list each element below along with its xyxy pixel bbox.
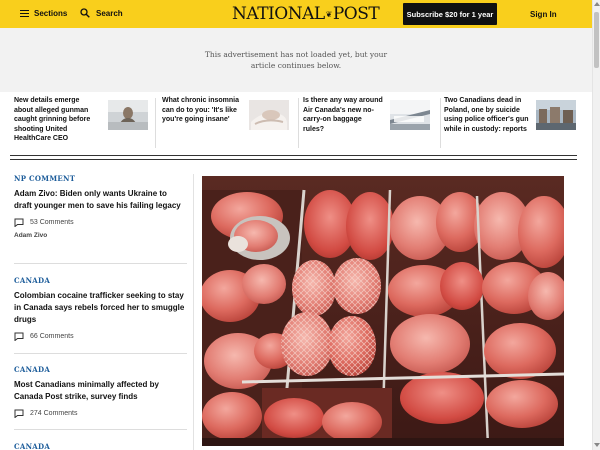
article-category[interactable]: CANADA (14, 276, 186, 285)
comments-count: 53 Comments (30, 219, 74, 226)
top-story-thumbnail[interactable] (249, 100, 289, 130)
top-stories-strip: New details emerge about alleged gunman … (10, 96, 582, 152)
section-rule-top (10, 155, 577, 156)
comments-count: 274 Comments (30, 410, 78, 417)
top-story-title[interactable]: What chronic insomnia can do to you: 'It… (162, 96, 240, 152)
article-category[interactable]: CANADA (14, 442, 186, 450)
ad-message-line-2: article continues below. (250, 61, 342, 70)
comments-link[interactable]: 274 Comments (14, 409, 186, 418)
top-story-item[interactable]: What chronic insomnia can do to you: 'It… (162, 96, 300, 152)
top-story-thumbnail[interactable] (390, 100, 430, 130)
top-story-title[interactable]: Is there any way around Air Canada's new… (303, 96, 383, 152)
article-category[interactable]: CANADA (14, 365, 186, 374)
site-header: Sections Search NATIONAL ❦ POST Subscrib… (0, 0, 592, 28)
logo-text-left: NATIONAL (232, 4, 325, 24)
article-divider (14, 353, 187, 354)
scrollbar-thumb[interactable] (594, 12, 599, 68)
article-item: CANADA Colombian cocaine trafficker seek… (14, 276, 186, 341)
article-author[interactable]: Adam Zivo (14, 232, 186, 239)
article-category[interactable]: NP COMMENT (14, 174, 186, 183)
hamburger-menu-icon (20, 10, 29, 17)
column-divider (193, 174, 194, 450)
comments-count: 66 Comments (30, 333, 74, 340)
article-headline[interactable]: Adam Zivo: Biden only wants Ukraine to d… (14, 188, 186, 212)
article-item: NP COMMENT Adam Zivo: Biden only wants U… (14, 174, 186, 239)
comments-link[interactable]: 53 Comments (14, 218, 186, 227)
top-story-item[interactable]: Is there any way around Air Canada's new… (303, 96, 443, 152)
sign-in-link[interactable]: Sign In (530, 10, 557, 19)
sections-label: Sections (34, 9, 68, 18)
comment-icon (14, 409, 24, 418)
strip-divider (155, 98, 156, 148)
top-story-item[interactable]: Two Canadians dead in Poland, one by sui… (444, 96, 584, 152)
comment-icon (14, 332, 24, 341)
search-label: Search (96, 8, 123, 18)
site-logo[interactable]: NATIONAL ❦ POST (232, 4, 380, 24)
top-story-item[interactable]: New details emerge about alleged gunman … (14, 96, 154, 152)
featured-article-image[interactable] (202, 176, 564, 446)
search-button[interactable]: Search (80, 8, 123, 18)
strip-divider (440, 98, 441, 148)
comment-icon (14, 218, 24, 227)
top-story-title[interactable]: New details emerge about alleged gunman … (14, 96, 100, 152)
sections-button[interactable]: Sections (20, 9, 67, 18)
article-divider (14, 429, 187, 430)
top-story-thumbnail[interactable] (108, 100, 148, 130)
section-rule-bottom (10, 159, 577, 160)
search-icon (80, 8, 90, 18)
article-divider (14, 263, 187, 264)
top-story-thumbnail[interactable] (536, 100, 576, 130)
subscribe-button[interactable]: Subscribe $20 for 1 year (403, 3, 497, 25)
article-headline[interactable]: Most Canadians minimally affected by Can… (14, 379, 186, 403)
comments-link[interactable]: 66 Comments (14, 332, 186, 341)
strip-divider (298, 98, 299, 148)
article-item: CANADA (14, 442, 186, 450)
maple-leaf-icon: ❦ (325, 9, 333, 19)
advertisement-placeholder: This advertisement has not loaded yet, b… (0, 28, 592, 92)
ad-message-line-1: This advertisement has not loaded yet, b… (204, 50, 388, 59)
article-item: CANADA Most Canadians minimally affected… (14, 365, 186, 418)
scroll-down-arrow-icon[interactable] (594, 443, 600, 447)
article-headline[interactable]: Colombian cocaine trafficker seeking to … (14, 290, 186, 326)
page-scrollbar[interactable] (592, 0, 600, 450)
logo-text-right: POST (332, 4, 380, 24)
top-story-title[interactable]: Two Canadians dead in Poland, one by sui… (444, 96, 532, 152)
scroll-up-arrow-icon[interactable] (594, 2, 600, 6)
